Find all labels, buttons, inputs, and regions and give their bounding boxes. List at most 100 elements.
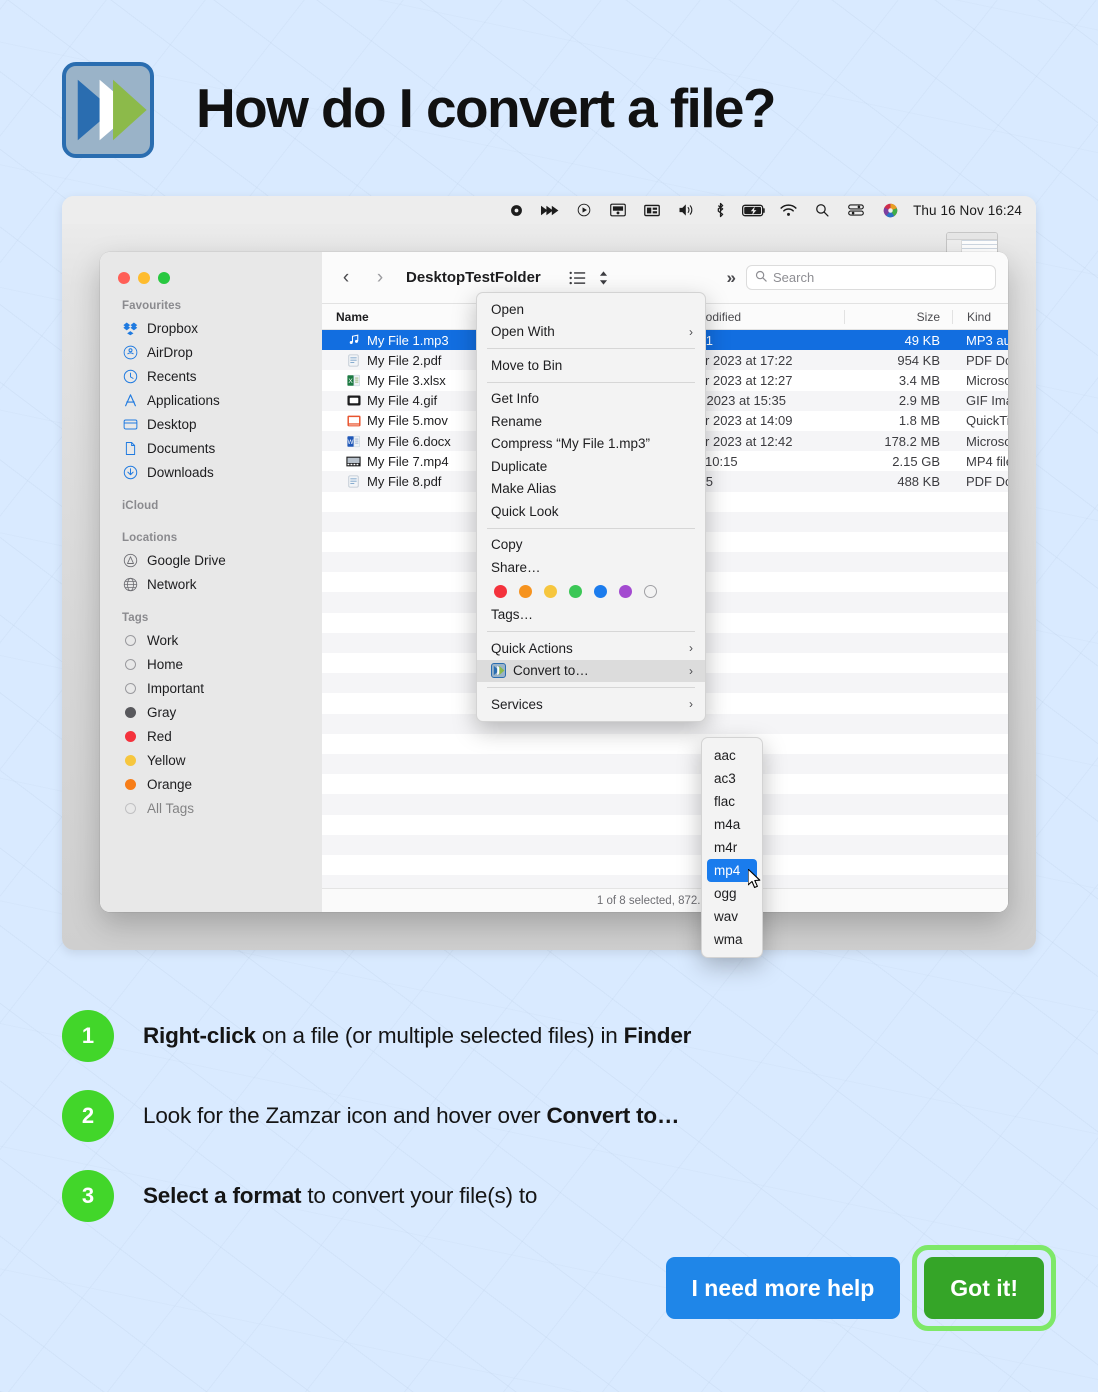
sidebar-item-tag-gray[interactable]: Gray xyxy=(100,700,322,724)
menu-item-make-alias[interactable]: Make Alias xyxy=(477,478,705,501)
tag-color-yellow[interactable] xyxy=(544,584,557,598)
tag-dot-icon xyxy=(122,776,139,793)
submenu-item-m4a[interactable]: m4a xyxy=(702,813,762,836)
pdf-icon xyxy=(346,474,361,489)
file-name: My File 4.gif xyxy=(367,393,438,409)
file-size: 49 KB xyxy=(904,332,940,348)
submenu-item-ac3[interactable]: ac3 xyxy=(702,767,762,790)
column-header-kind[interactable]: Kind xyxy=(952,309,1008,324)
menu-item-convert-to[interactable]: Convert to… › xyxy=(477,659,705,682)
toolbar-overflow-icon[interactable]: » xyxy=(727,268,736,288)
menu-item-quick-actions[interactable]: Quick Actions › xyxy=(477,637,705,660)
step-text-plain: on a file (or multiple selected files) i… xyxy=(255,1023,624,1048)
menu-item-get-info[interactable]: Get Info xyxy=(477,388,705,411)
wifi-icon[interactable] xyxy=(771,199,805,221)
submenu-item-m4r[interactable]: m4r xyxy=(702,836,762,859)
tag-color-blue[interactable] xyxy=(594,584,607,598)
submenu-item-wav[interactable]: wav xyxy=(702,905,762,928)
column-header-size[interactable]: Size xyxy=(844,309,952,324)
sidebar-item-tag-important[interactable]: Important xyxy=(100,676,322,700)
sidebar-item-applications[interactable]: Applications xyxy=(100,388,322,412)
search-icon[interactable] xyxy=(805,199,839,221)
sidebar-item-google-drive[interactable]: Google Drive xyxy=(100,548,322,572)
maximize-button[interactable] xyxy=(158,272,170,284)
finder-sidebar: Favourites Dropbox AirDrop Recents Appli… xyxy=(100,252,322,912)
menu-item-share[interactable]: Share… xyxy=(477,556,705,579)
close-button[interactable] xyxy=(118,272,130,284)
document-icon xyxy=(122,440,139,457)
menu-item-label: Open xyxy=(491,301,525,317)
menu-item-services[interactable]: Services › xyxy=(477,693,705,716)
header: How do I convert a file? xyxy=(0,0,1098,190)
menu-item-compress[interactable]: Compress “My File 1.mp3” xyxy=(477,433,705,456)
fast-forward-icon[interactable] xyxy=(533,199,567,221)
record-icon[interactable] xyxy=(499,199,533,221)
sidebar-item-dropbox[interactable]: Dropbox xyxy=(100,316,322,340)
menu-item-label: Make Alias xyxy=(491,481,557,497)
sidebar-item-desktop[interactable]: Desktop xyxy=(100,412,322,436)
tag-color-green[interactable] xyxy=(569,584,582,598)
menu-item-rename[interactable]: Rename xyxy=(477,410,705,433)
search-placeholder: Search xyxy=(773,270,815,285)
sidebar-item-airdrop[interactable]: AirDrop xyxy=(100,340,322,364)
got-it-button[interactable]: Got it! xyxy=(924,1257,1044,1319)
control-center-icon[interactable] xyxy=(839,199,873,221)
sidebar-item-tag-home[interactable]: Home xyxy=(100,652,322,676)
minimize-button[interactable] xyxy=(138,272,150,284)
submenu-item-wma[interactable]: wma xyxy=(702,928,762,951)
volume-icon[interactable] xyxy=(669,199,703,221)
chevron-right-icon: › xyxy=(689,663,693,678)
search-input[interactable]: Search xyxy=(746,265,996,290)
menu-separator xyxy=(487,381,695,383)
tag-color-orange[interactable] xyxy=(519,584,532,598)
sidebar-item-label: Orange xyxy=(147,776,193,792)
list-view-icon[interactable] xyxy=(569,271,586,285)
submenu-item-aac[interactable]: aac xyxy=(702,744,762,767)
menu-item-label: Get Info xyxy=(491,391,540,407)
menu-item-copy[interactable]: Copy xyxy=(477,534,705,557)
menu-item-quick-look[interactable]: Quick Look xyxy=(477,500,705,523)
menu-item-move-to-bin[interactable]: Move to Bin xyxy=(477,354,705,377)
sidebar-item-tag-yellow[interactable]: Yellow xyxy=(100,748,322,772)
need-more-help-button[interactable]: I need more help xyxy=(665,1257,901,1319)
zamzar-logo-icon xyxy=(62,62,154,158)
sidebar-item-tag-all-tags[interactable]: All Tags xyxy=(100,796,322,820)
file-kind: GIF Ima xyxy=(966,393,1008,409)
tag-dot-icon xyxy=(122,632,139,649)
play-circle-icon[interactable] xyxy=(567,199,601,221)
sidebar-item-tag-orange[interactable]: Orange xyxy=(100,772,322,796)
sidebar-item-network[interactable]: Network xyxy=(100,572,322,596)
file-kind: PDF Do xyxy=(966,473,1008,489)
menu-item-open-with[interactable]: Open With › xyxy=(477,321,705,344)
sidebar-item-tag-work[interactable]: Work xyxy=(100,628,322,652)
menu-item-open[interactable]: Open xyxy=(477,298,705,321)
forward-button[interactable]: › xyxy=(368,267,392,289)
menu-separator xyxy=(487,687,695,688)
menu-item-tags[interactable]: Tags… xyxy=(477,604,705,627)
sidebar-item-downloads[interactable]: Downloads xyxy=(100,460,322,484)
tag-color-picker xyxy=(477,579,705,604)
menu-bar-clock[interactable]: Thu 16 Nov 16:24 xyxy=(913,203,1022,218)
sidebar-item-recents[interactable]: Recents xyxy=(100,364,322,388)
sidebar-item-label: Gray xyxy=(147,704,177,720)
sort-stepper-icon[interactable] xyxy=(598,270,609,286)
sidebar-item-documents[interactable]: Documents xyxy=(100,436,322,460)
tag-color-none[interactable] xyxy=(644,584,657,598)
file-kind: MP4 file xyxy=(966,453,1008,469)
column-label: Name xyxy=(336,309,369,324)
step-text-bold: Finder xyxy=(623,1023,692,1048)
screen-icon[interactable] xyxy=(601,199,635,221)
window-controls xyxy=(100,260,322,284)
display-icon[interactable] xyxy=(635,199,669,221)
menu-item-label: Rename xyxy=(491,413,543,429)
battery-charging-icon[interactable] xyxy=(737,199,771,221)
tag-dot-icon xyxy=(122,728,139,745)
tag-color-red[interactable] xyxy=(494,584,507,598)
menu-item-duplicate[interactable]: Duplicate xyxy=(477,455,705,478)
color-wheel-icon[interactable] xyxy=(873,199,907,221)
sidebar-item-tag-red[interactable]: Red xyxy=(100,724,322,748)
tag-color-purple[interactable] xyxy=(619,584,632,598)
submenu-item-flac[interactable]: flac xyxy=(702,790,762,813)
back-button[interactable]: ‹ xyxy=(334,267,358,289)
bluetooth-icon[interactable] xyxy=(703,199,737,221)
